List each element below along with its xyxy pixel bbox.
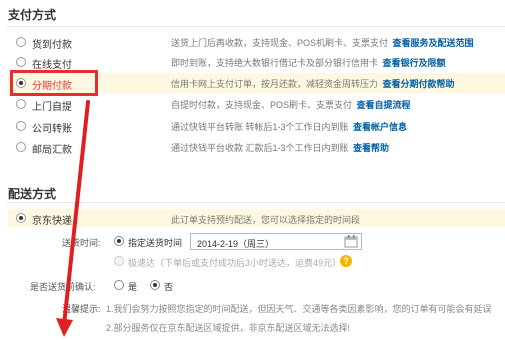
- red-arrow-annotation: [56, 100, 90, 337]
